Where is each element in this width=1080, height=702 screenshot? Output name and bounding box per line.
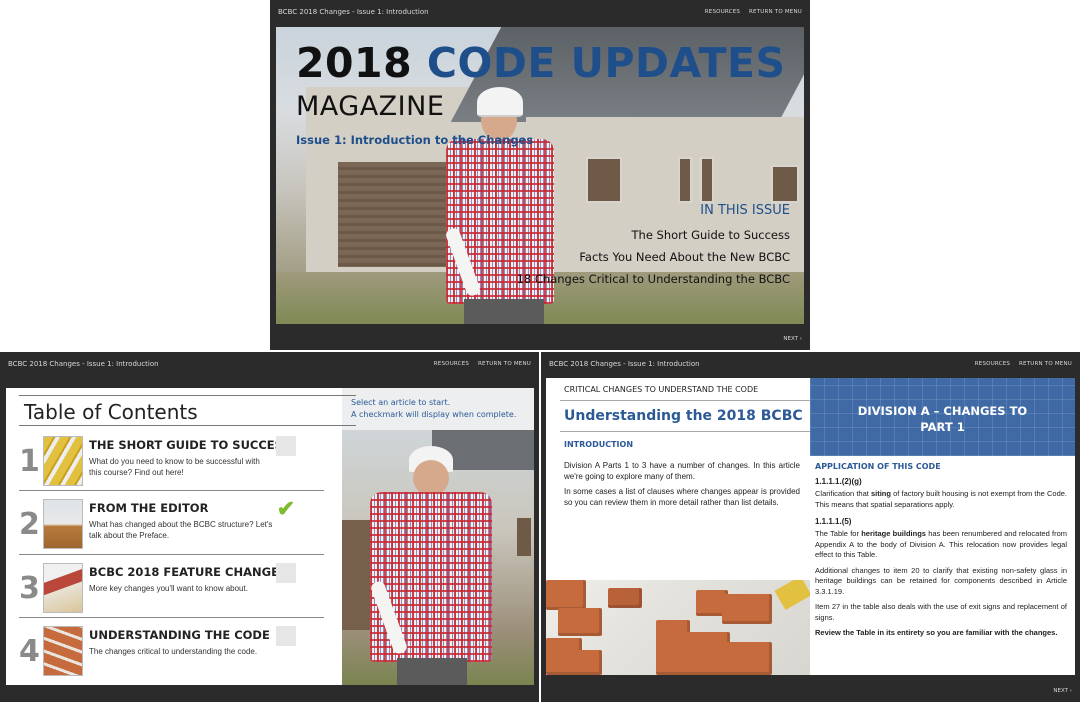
item-description: What do you need to know to be successfu… xyxy=(89,457,260,477)
house-window xyxy=(586,157,622,203)
worker-photo xyxy=(342,430,534,685)
bricks-photo xyxy=(546,580,810,675)
divider xyxy=(19,617,324,618)
completion-checkbox xyxy=(276,436,296,456)
intro-paragraph: Division A Parts 1 to 3 have a number of… xyxy=(564,461,800,481)
item-heading: BCBC 2018 FEATURE CHANGES xyxy=(89,565,288,579)
completion-checkbox xyxy=(276,563,296,583)
item-heading: UNDERSTANDING THE CODE xyxy=(89,628,270,642)
item-number: 4 xyxy=(19,634,40,669)
divider xyxy=(19,490,324,491)
title-bar: BCBC 2018 Changes - Issue 1: Introductio… xyxy=(270,0,810,24)
toc-item-3[interactable]: 3 BCBC 2018 FEATURE CHANGES More key cha… xyxy=(19,557,299,615)
bricks-thumbnail xyxy=(43,626,83,676)
toc-item-4[interactable]: 4 UNDERSTANDING THE CODE The changes cri… xyxy=(19,620,299,678)
title-bar: BCBC 2018 Changes - Issue 1: Introductio… xyxy=(0,352,539,376)
resources-link[interactable]: RESOURCES xyxy=(705,9,740,15)
article-screen: BCBC 2018 Changes - Issue 1: Introductio… xyxy=(541,352,1080,702)
chevron-right-icon: › xyxy=(799,336,802,342)
magazine-label: MAGAZINE xyxy=(296,91,445,122)
item-description: More key changes you'll want to know abo… xyxy=(89,584,248,593)
intro-paragraph: In some cases a list of clauses where ch… xyxy=(564,487,800,507)
article-heading: Understanding the 2018 BCBC xyxy=(564,408,803,424)
article-slide: CRITICAL CHANGES TO UNDERSTAND THE CODE … xyxy=(546,378,1075,675)
course-title: BCBC 2018 Changes - Issue 1: Introductio… xyxy=(278,8,429,16)
cover-slide: 2018 CODE UPDATES MAGAZINE Issue 1: Intr… xyxy=(276,27,804,324)
select-note: Select an article to start. A checkmark … xyxy=(351,398,517,419)
clause-number: 1.1.1.1.(5) xyxy=(815,517,852,526)
divider xyxy=(560,400,810,401)
resources-link[interactable]: RESOURCES xyxy=(434,361,469,367)
return-to-menu-link[interactable]: RETURN TO MENU xyxy=(478,361,531,367)
toc-item-2[interactable]: 2 FROM THE EDITOR What has changed about… xyxy=(19,493,299,551)
review-note: Review the Table in its entirety so you … xyxy=(815,628,1058,637)
hard-hat xyxy=(477,87,523,117)
in-this-issue: IN THIS ISSUE The Short Guide to Success… xyxy=(517,203,790,294)
toc-slide: Table of Contents Select an article to s… xyxy=(6,388,534,685)
headline: 2018 CODE UPDATES xyxy=(296,39,786,87)
house-model-thumbnail xyxy=(43,563,83,613)
divider xyxy=(19,395,356,396)
clause-text: Clarification that siting of factory bui… xyxy=(815,489,1067,509)
clause-text: The Table for heritage buildings has bee… xyxy=(815,529,1067,559)
table-of-contents-screen: BCBC 2018 Changes - Issue 1: Introductio… xyxy=(0,352,539,702)
issue-subtitle: Issue 1: Introduction to the Changes xyxy=(296,133,534,147)
next-button[interactable]: NEXT › xyxy=(1053,688,1072,694)
issue-item: Facts You Need About the New BCBC xyxy=(579,250,790,264)
course-title: BCBC 2018 Changes - Issue 1: Introductio… xyxy=(8,360,159,368)
application-label: APPLICATION OF THIS CODE xyxy=(815,462,941,471)
house-window xyxy=(771,165,799,203)
item-heading: FROM THE EDITOR xyxy=(89,501,209,515)
item-number: 2 xyxy=(19,507,40,542)
divider xyxy=(560,431,810,432)
completion-checkbox xyxy=(276,626,296,646)
next-button[interactable]: NEXT › xyxy=(783,336,802,342)
item-number: 3 xyxy=(19,571,40,606)
title-bar: BCBC 2018 Changes - Issue 1: Introductio… xyxy=(541,352,1080,376)
resources-link[interactable]: RESOURCES xyxy=(975,361,1010,367)
clause-number: 1.1.1.1.(2)(g) xyxy=(815,477,862,486)
return-to-menu-link[interactable]: RETURN TO MENU xyxy=(1019,361,1072,367)
return-to-menu-link[interactable]: RETURN TO MENU xyxy=(749,9,802,15)
item-number: 1 xyxy=(19,444,40,479)
item-description: The changes critical to understanding th… xyxy=(89,647,258,656)
division-banner: DIVISION A – CHANGES TO PART 1 xyxy=(810,378,1075,456)
house-window xyxy=(700,157,714,203)
divider xyxy=(19,425,356,426)
clause-text: Item 27 in the table also deals with the… xyxy=(815,602,1067,622)
desk-thumbnail xyxy=(43,499,83,549)
intro-label: INTRODUCTION xyxy=(564,440,634,449)
house-window xyxy=(678,157,692,203)
toc-title: Table of Contents xyxy=(24,400,198,424)
divider xyxy=(19,554,324,555)
item-heading: THE SHORT GUIDE TO SUCCESS xyxy=(89,438,291,452)
course-title: BCBC 2018 Changes - Issue 1: Introductio… xyxy=(549,360,700,368)
tape-measure xyxy=(774,580,810,611)
clause-text: Additional changes to item 20 to clarify… xyxy=(815,565,1067,596)
article-right-column: APPLICATION OF THIS CODE 1.1.1.1.(2)(g) … xyxy=(815,462,1067,644)
issue-item: The Short Guide to Success xyxy=(631,228,790,242)
article-left-column: CRITICAL CHANGES TO UNDERSTAND THE CODE … xyxy=(546,378,810,675)
in-this-issue-heading: IN THIS ISSUE xyxy=(700,203,790,218)
chevron-right-icon: › xyxy=(1069,688,1072,694)
checkmark-icon: ✔ xyxy=(276,496,296,521)
ruler-thumbnail xyxy=(43,436,83,486)
section-label: CRITICAL CHANGES TO UNDERSTAND THE CODE xyxy=(564,385,759,394)
garage-door xyxy=(338,162,448,267)
issue-item: 18 Changes Critical to Understanding the… xyxy=(516,272,790,286)
magazine-cover-screen: BCBC 2018 Changes - Issue 1: Introductio… xyxy=(270,0,810,350)
toc-item-1[interactable]: 1 THE SHORT GUIDE TO SUCCESS What do you… xyxy=(19,430,299,488)
item-description: What has changed about the BCBC structur… xyxy=(89,520,273,540)
